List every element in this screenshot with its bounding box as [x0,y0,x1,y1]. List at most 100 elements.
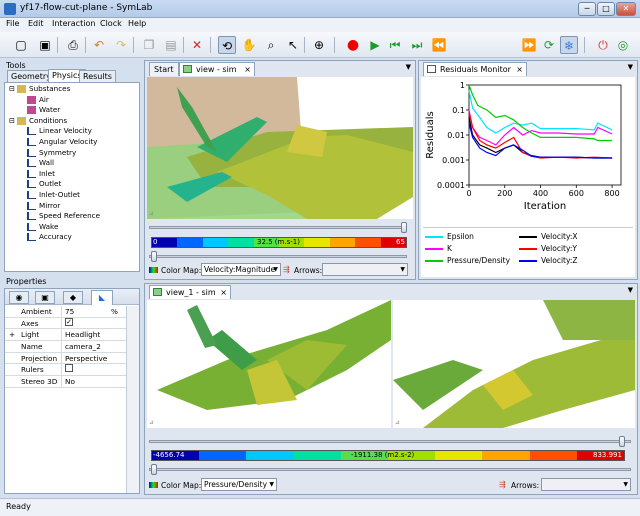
delete-icon[interactable]: ✕ [188,36,206,54]
property-row[interactable]: Light + Headlight [5,329,126,342]
rewind-icon[interactable]: ⏪ [430,36,448,54]
power-icon[interactable]: ⏻ [594,36,612,54]
close-button[interactable]: ✕ [616,2,636,16]
property-row[interactable]: Name camera_2 [5,341,126,353]
new-icon[interactable]: ▢ [12,36,30,54]
curve-icon [27,137,36,146]
redo-icon[interactable]: ↷ [112,36,130,54]
legend-label: Velocity:Z [541,256,578,265]
expand-icon[interactable]: + [9,329,15,340]
viewport-top[interactable]: ⊿ [147,77,413,219]
top-view-slider-track[interactable] [149,226,407,229]
property-value[interactable]: 75 [65,306,74,317]
property-value[interactable]: Headlight [65,329,100,340]
zoom-fit-icon[interactable]: ⊕ [310,36,328,54]
tree-item[interactable]: Symmetry [5,148,139,159]
panel-menu-icon[interactable]: ▼ [628,63,633,71]
close-tab-icon[interactable]: × [516,63,523,76]
colorbar-slider-track[interactable] [149,255,407,258]
camera-tab-icon[interactable]: ◣ [91,290,113,305]
freeze-icon[interactable]: ❄ [560,36,578,54]
record-icon[interactable]: ● [344,36,362,54]
loop-icon[interactable]: ⟳ [540,36,558,54]
axis-triad-top: ⊿ [149,210,154,217]
tree-item[interactable]: Outlet [5,179,139,190]
property-row[interactable]: Stereo 3D No [5,376,126,388]
property-row[interactable]: Projection Perspective [5,352,126,365]
tree-item[interactable]: Accuracy [5,232,139,243]
property-value[interactable]: camera_2 [65,341,101,352]
display-tab-icon[interactable]: ▣ [35,291,55,304]
bottom-view-slider-thumb[interactable] [619,436,625,447]
copy-icon[interactable]: ❐ [140,36,158,54]
colorbar-slider-track[interactable] [149,468,631,471]
color-map-select[interactable]: Velocity:Magnitude ▼ [201,263,281,276]
menu-edit[interactable]: Edit [28,19,44,28]
tree-item[interactable]: Speed Reference [5,211,139,222]
property-row[interactable]: Ambient 75% [5,306,126,318]
bottom-view-slider-track[interactable] [149,440,631,443]
close-tab-icon[interactable]: × [220,286,227,299]
rotate-icon[interactable]: ⟲ [218,36,236,54]
expand-icon[interactable]: ⊟ [9,84,15,93]
colorbar-slider-thumb[interactable] [151,464,157,475]
panel-menu-icon[interactable]: ▼ [406,63,411,71]
maximize-button[interactable]: □ [597,2,615,16]
panel-menu-icon[interactable]: ▼ [628,286,633,294]
general-tab-icon[interactable]: ◉ [9,291,29,304]
viewport-bottom-left[interactable]: ⊿ [147,300,391,428]
step-forward-icon[interactable]: ⏭ [408,36,426,54]
wall-icon [27,159,36,168]
y-tick-label: 0.0001 [437,181,465,190]
tree-item[interactable]: ⊟ Conditions [5,116,139,127]
step-back-icon[interactable]: ⏮ [386,36,404,54]
tree-item[interactable]: Inlet-Outlet [5,190,139,201]
tree-item[interactable]: Linear Velocity [5,126,139,137]
expand-icon[interactable]: ⊟ [9,116,15,125]
tree-item[interactable]: ⊟ Substances [5,84,139,95]
checkbox[interactable]: ✓ [65,317,73,326]
close-tab-icon[interactable]: × [244,63,251,76]
minimize-button[interactable]: ─ [578,2,596,16]
checkbox[interactable] [65,364,73,373]
tab-start[interactable]: Start [149,62,179,76]
arrows-select[interactable]: ▼ [541,478,631,491]
menu-help[interactable]: Help [128,19,146,28]
properties-scrollbar[interactable] [126,306,139,493]
menu-file[interactable]: File [6,19,19,28]
tree-item[interactable]: Mirror [5,201,139,212]
menu-interaction[interactable]: Interaction [52,19,95,28]
tree-item[interactable]: Water [5,105,139,116]
tree-item[interactable]: Wake [5,222,139,233]
colorbar-slider-thumb[interactable] [151,251,157,262]
property-value[interactable]: Perspective [65,353,107,364]
zoom-icon[interactable]: ⌕ [262,36,280,54]
select-icon[interactable]: ↖ [284,36,302,54]
fast-forward-icon[interactable]: ⏩ [520,36,538,54]
tree-item[interactable]: Wall [5,158,139,169]
paste-icon[interactable]: ▤ [162,36,180,54]
undo-icon[interactable]: ↶ [90,36,108,54]
tree-item[interactable]: Angular Velocity [5,137,139,148]
property-row[interactable]: Axes ✓ [5,317,126,330]
viewport-bottom-right[interactable]: ⊿ [393,300,635,428]
menu-clock[interactable]: Clock [100,19,122,28]
pan-icon[interactable]: ✋ [240,36,258,54]
tab-view1-sim[interactable]: view_1 - sim × [149,285,231,299]
print-icon[interactable]: ⎙ [64,36,82,54]
property-value[interactable]: No [65,376,75,387]
tab-residuals-monitor[interactable]: Residuals Monitor × [423,62,527,76]
tree-item[interactable]: Air [5,95,139,106]
color-map-select[interactable]: Pressure/Density ▼ [201,478,277,491]
save-icon[interactable]: ▣ [36,36,54,54]
tab-view-sim[interactable]: view - sim × [179,62,255,76]
material-tab-icon[interactable]: ◆ [63,291,83,304]
tree-item[interactable]: Inlet [5,169,139,180]
property-row[interactable]: Rulers [5,364,126,377]
target-icon[interactable]: ◎ [614,36,632,54]
arrows-select[interactable]: ▼ [322,263,408,276]
play-icon[interactable]: ▶ [366,36,384,54]
top-view-slider-thumb[interactable] [401,222,407,233]
legend-item: K [425,244,452,253]
speed-icon [27,212,36,221]
